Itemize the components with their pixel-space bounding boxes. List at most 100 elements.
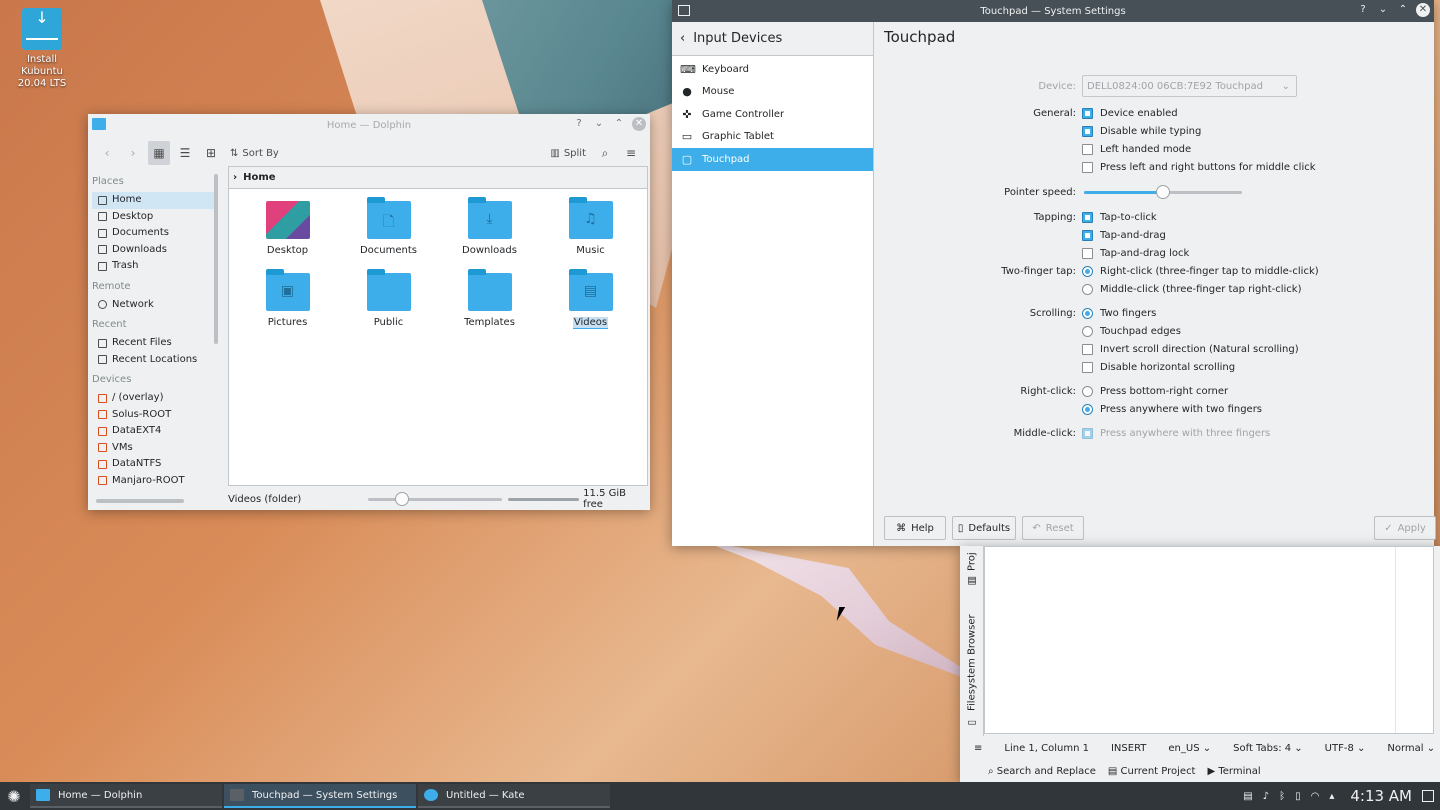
editor-area[interactable] [984,546,1434,734]
disable-while-typing-checkbox[interactable] [1082,125,1093,137]
help-icon[interactable]: ? [1356,3,1370,17]
menu-icon[interactable]: ≡ [620,141,642,165]
places-horizontal-scrollbar[interactable] [96,499,184,503]
clock[interactable]: 4:13 AM [1350,787,1412,805]
place-recent-locations[interactable]: Recent Locations [92,352,214,369]
forward-icon[interactable]: › [122,141,144,165]
network-icon[interactable]: ◠ [1311,791,1320,802]
edge-scroll-radio[interactable] [1082,325,1093,337]
device-vms[interactable]: VMs [92,440,214,457]
task-system-settings[interactable]: Touchpad — System Settings [224,784,416,808]
device-manjaro-root[interactable]: Manjaro-ROOT [92,473,214,490]
place-desktop[interactable]: Desktop [92,209,214,226]
breadcrumb[interactable]: › Home [229,167,647,189]
close-icon[interactable]: ✕ [632,117,646,131]
file-item[interactable]: Public [338,267,439,328]
nav-item-graphic-tablet[interactable]: ▭ Graphic Tablet [672,126,873,149]
tabs-select[interactable]: Soft Tabs: 4 ⌄ [1233,743,1303,754]
terminal-button[interactable]: ▶ Terminal [1207,766,1260,777]
file-item[interactable]: ▤ Videos [540,267,641,329]
three-finger-press-checkbox[interactable] [1082,427,1093,439]
tab-filesystem-browser[interactable]: ▭ Filesystem Browser [962,592,982,728]
file-item[interactable]: ⤓ Downloads [439,195,540,256]
details-view-icon[interactable]: ⊞ [200,141,222,165]
zoom-slider-handle[interactable] [395,491,410,506]
nav-item-mouse[interactable]: ● Mouse [672,81,873,104]
current-project-button[interactable]: ▤ Current Project [1108,766,1196,777]
back-icon[interactable]: ‹ [96,141,118,165]
sort-by-button[interactable]: ⇅ Sort By [226,141,283,165]
nav-back-button[interactable]: ‹ Input Devices [672,22,873,56]
help-icon[interactable]: ? [572,117,586,131]
place-documents[interactable]: Documents [92,225,214,242]
nav-item-keyboard[interactable]: ⌨ Keyboard [672,58,873,81]
two-fingers-scroll-radio[interactable] [1082,307,1093,319]
menu-icon[interactable]: ≡ [974,743,982,754]
two-finger-right-click-radio[interactable] [1082,265,1093,277]
device-select[interactable]: DELL0824:00 06CB:7E92 Touchpad ⌄ [1082,75,1297,97]
nav-item-game-controller[interactable]: ✜ Game Controller [672,103,873,126]
titlebar[interactable]: Home — Dolphin ? ⌄ ⌃ ✕ [88,114,650,136]
apply-button[interactable]: ✓ Apply [1374,516,1436,540]
compact-view-icon[interactable]: ☰ [174,141,196,165]
defaults-button[interactable]: ▯ Defaults [952,516,1016,540]
device-solus-root[interactable]: Solus-ROOT [92,407,214,424]
two-finger-press-radio[interactable] [1082,403,1093,415]
titlebar[interactable]: Touchpad — System Settings ? ⌄ ⌃ ✕ [672,0,1434,22]
places-scrollbar[interactable] [214,174,218,344]
encoding-select[interactable]: UTF-8 ⌄ [1325,743,1366,754]
pointer-speed-handle[interactable] [1156,184,1170,199]
disable-horizontal-scroll-checkbox[interactable] [1082,361,1093,373]
place-recent-files[interactable]: Recent Files [92,335,214,352]
expand-tray-icon[interactable]: ▴ [1329,791,1334,802]
minimize-icon[interactable]: ⌄ [1376,3,1390,17]
search-icon[interactable]: ⌕ [594,141,616,165]
two-finger-middle-click-radio[interactable] [1082,283,1093,295]
tap-and-drag-lock-checkbox[interactable] [1082,247,1093,259]
pointer-speed-slider[interactable] [1084,184,1242,199]
file-item[interactable]: Desktop [237,195,338,256]
file-view[interactable]: › Home Desktop 🗋 Documents ⤓ Downloads ♫ Music… [228,166,648,486]
breadcrumb-item[interactable]: Home [243,172,275,183]
device-datantfs[interactable]: DataNTFS [92,456,214,473]
file-item[interactable]: ▣ Pictures [237,267,338,328]
place-network[interactable]: Network [92,297,214,314]
input-mode[interactable]: INSERT [1111,743,1146,754]
maximize-icon[interactable]: ⌃ [612,117,626,131]
maximize-icon[interactable]: ⌃ [1396,3,1410,17]
cursor-position[interactable]: Line 1, Column 1 [1004,743,1089,754]
nav-item-touchpad[interactable]: ▢ Touchpad [672,148,873,171]
middle-click-emulation-checkbox[interactable] [1082,161,1093,173]
show-desktop-icon[interactable] [1422,790,1434,802]
search-replace-button[interactable]: ⌕ Search and Replace [988,766,1096,777]
system-settings-window[interactable]: Touchpad — System Settings ? ⌄ ⌃ ✕ ‹ Inp… [672,0,1436,546]
dolphin-window[interactable]: Home — Dolphin ? ⌄ ⌃ ✕ ‹ › ▦ ☰ ⊞ ⇅ Sort B… [88,114,650,510]
kate-window[interactable]: ▤ Proj ▭ Filesystem Browser ≡ Line 1, Colu… [960,546,1440,782]
language-select[interactable]: en_US ⌄ [1168,743,1211,754]
tap-and-drag-checkbox[interactable] [1082,229,1093,241]
application-launcher-icon[interactable]: ✺ [0,782,28,810]
file-item[interactable]: ♫ Music [540,195,641,256]
close-icon[interactable]: ✕ [1416,3,1430,17]
reset-button[interactable]: ↶ Reset [1022,516,1084,540]
highlight-select[interactable]: Normal ⌄ [1387,743,1435,754]
device-enabled-checkbox[interactable] [1082,107,1093,119]
clipboard-icon[interactable]: ▤ [1243,791,1252,802]
place-downloads[interactable]: Downloads [92,242,214,259]
place-home[interactable]: Home [92,192,214,209]
natural-scrolling-checkbox[interactable] [1082,343,1093,355]
zoom-slider[interactable] [368,491,503,506]
desktop-icon-install-kubuntu[interactable]: ↓ Install Kubuntu 20.04 LTS [8,8,76,90]
battery-icon[interactable]: ▯ [1295,791,1301,802]
task-dolphin[interactable]: Home — Dolphin [30,784,222,808]
tab-projects[interactable]: ▤ Proj [962,546,982,586]
place-trash[interactable]: Trash [92,258,214,275]
file-item[interactable]: 🗋 Documents [338,195,439,256]
help-button[interactable]: ⌘ Help [884,516,946,540]
volume-icon[interactable]: ♪ [1263,791,1269,802]
task-kate[interactable]: Untitled — Kate [418,784,610,808]
bluetooth-icon[interactable]: ᛒ [1279,791,1285,802]
split-button[interactable]: ▥ Split [546,141,590,165]
bottom-right-corner-radio[interactable] [1082,385,1093,397]
tap-to-click-checkbox[interactable] [1082,211,1093,223]
